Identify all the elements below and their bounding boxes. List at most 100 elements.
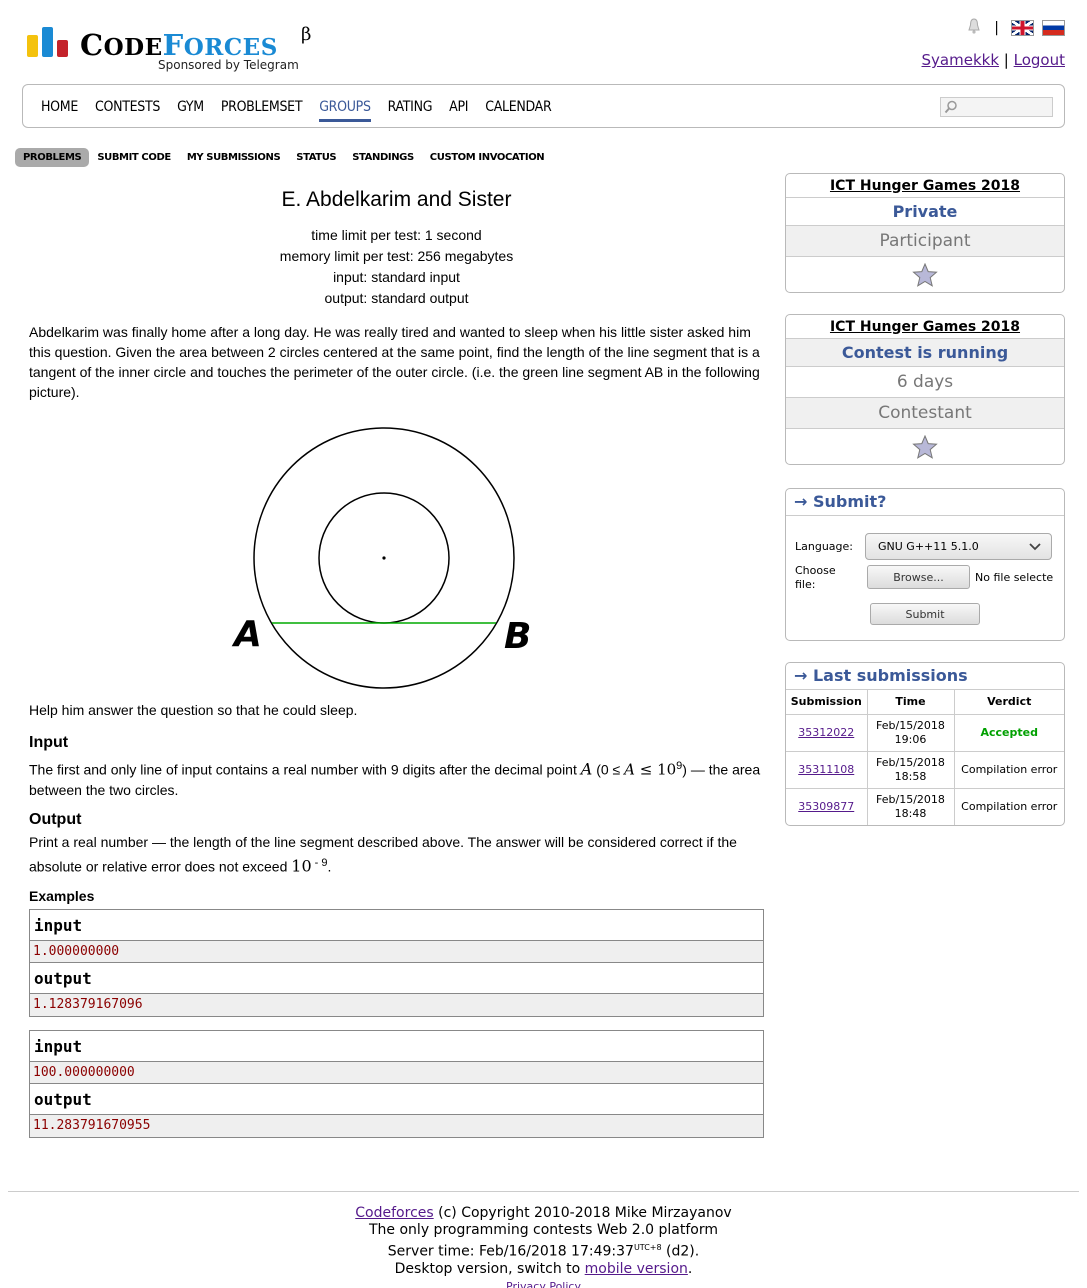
submission-verdict: Accepted: [954, 713, 1064, 751]
submission-row: 35309877 Feb/15/2018 18:48 Compilation err…: [786, 787, 1064, 825]
chevron-down-icon: [1029, 543, 1041, 551]
sample-input-value[interactable]: 100.000000000: [30, 1062, 763, 1084]
precision-exp: - 9: [311, 857, 328, 869]
bound-open: (0 ≤: [592, 761, 625, 778]
menu-item-rating[interactable]: RATING: [388, 99, 433, 122]
file-label: Choose file:: [795, 564, 836, 591]
language-select[interactable]: GNU G++11 5.1.0: [865, 533, 1052, 560]
submit-box-title[interactable]: → Submit?: [786, 489, 1064, 516]
output-spec: Print a real number — the length of the …: [29, 832, 769, 878]
browse-button[interactable]: Browse...: [867, 565, 970, 589]
notification-bell-icon[interactable]: [966, 18, 982, 38]
submenu-item-problems[interactable]: PROBLEMS: [15, 148, 90, 167]
input-section-title: Input: [29, 734, 69, 751]
precision-base: 10: [291, 856, 312, 876]
submenu-item-custom-invocation[interactable]: CUSTOM INVOCATION: [422, 148, 552, 167]
sample-input-label: input: [30, 910, 763, 941]
submission-verdict: Compilation error: [954, 750, 1064, 788]
submission-time: Feb/15/2018 18:58: [867, 750, 955, 788]
star-icon: [912, 262, 938, 287]
sample-output-value[interactable]: 11.283791670955: [30, 1115, 763, 1137]
codeforces-logo-bars[interactable]: [27, 27, 69, 57]
logout-link[interactable]: Logout: [1014, 51, 1065, 69]
table-header-row: Submission Time Verdict: [786, 690, 1064, 715]
menu-item-groups[interactable]: GROUPS: [319, 99, 371, 122]
sponsor-text: Sponsored by Telegram: [158, 58, 299, 72]
submission-id-cell: 35311108: [786, 750, 868, 788]
sample-input-value[interactable]: 1.000000000: [30, 941, 763, 963]
input-spec: The first and only line of input contain…: [29, 756, 769, 800]
search-input[interactable]: [940, 97, 1053, 117]
submit-box: → Submit? Language: GNU G++11 5.1.0 Choo…: [785, 488, 1065, 641]
help-text: Help him answer the question so that he …: [29, 702, 358, 718]
bound-var: A: [624, 760, 635, 779]
sample-test-2: input 100.000000000 output 11.2837916709…: [29, 1030, 764, 1138]
group-role: Participant: [786, 226, 1064, 257]
sample-output-value[interactable]: 1.128379167096: [30, 994, 763, 1016]
menu-item-contests[interactable]: CONTESTS: [95, 99, 160, 122]
last-submissions-title[interactable]: → Last submissions: [786, 663, 1064, 690]
group-name-link[interactable]: ICT Hunger Games 2018: [786, 174, 1064, 198]
bound-upper: ≤ 10: [634, 760, 677, 779]
file-status: No file selecte: [975, 571, 1054, 584]
submit-button[interactable]: Submit: [870, 603, 980, 625]
contest-name-link[interactable]: ICT Hunger Games 2018: [786, 315, 1064, 339]
problem-legend: Abdelkarim was finally home after a long…: [29, 324, 760, 400]
english-flag-icon[interactable]: [1011, 20, 1034, 36]
contest-status: Contest is running: [786, 339, 1064, 367]
submenu-item-my-submissions[interactable]: MY SUBMISSIONS: [179, 148, 288, 167]
submission-id-link[interactable]: 35312022: [798, 726, 854, 739]
input-file: input: standard input: [333, 269, 460, 285]
beta-mark: β: [301, 24, 312, 45]
examples-title: Examples: [29, 888, 95, 904]
contest-info-box: ICT Hunger Games 2018 Contest is running…: [785, 314, 1065, 465]
main-menu: HOME CONTESTS GYM PROBLEMSET GROUPS RATING API…: [22, 84, 1065, 128]
mobile-version-link[interactable]: mobile version: [585, 1261, 688, 1277]
last-submissions-box: → Last submissions Submission Time Verdi…: [785, 662, 1065, 826]
username-link[interactable]: Syamekkk: [922, 51, 1000, 69]
submenu-item-submit-code[interactable]: SUBMIT CODE: [89, 148, 179, 167]
submission-id-link[interactable]: 35309877: [798, 800, 854, 813]
problem-limits: time limit per test: 1 second memory lim…: [29, 225, 764, 309]
label-b: B: [504, 616, 531, 657]
header-separator: |: [994, 20, 999, 36]
column-header: Submission: [786, 690, 868, 715]
contest-remaining: 6 days: [786, 367, 1064, 398]
submission-time: Feb/15/2018 19:06: [867, 713, 955, 751]
tagline: The only programming contests Web 2.0 pl…: [369, 1222, 718, 1238]
codeforces-footer-link[interactable]: Codeforces: [355, 1205, 433, 1221]
var-a: A: [580, 759, 593, 779]
copyright-text: (c) Copyright 2010-2018 Mike Mirzayanov: [433, 1205, 732, 1221]
menu-item-gym[interactable]: GYM: [177, 99, 204, 122]
menu-item-home[interactable]: HOME: [41, 99, 78, 122]
submission-row: 35311108 Feb/15/2018 18:58 Compilation err…: [786, 750, 1064, 788]
sample-output-label: output: [30, 963, 763, 994]
submenu-item-standings[interactable]: STANDINGS: [344, 148, 422, 167]
output-file: output: standard output: [324, 290, 469, 306]
submission-verdict: Compilation error: [954, 787, 1064, 825]
menu-item-calendar[interactable]: CALENDAR: [485, 99, 552, 122]
center-point: [382, 556, 386, 560]
submission-time: Feb/15/2018 18:48: [867, 787, 955, 825]
footer-period: .: [687, 1260, 693, 1277]
time-limit: time limit per test: 1 second: [311, 227, 482, 243]
menu-item-api[interactable]: API: [449, 99, 468, 122]
contest-role: Contestant: [786, 398, 1064, 429]
server-time: Server time: Feb/16/2018 17:49:37: [387, 1243, 634, 1260]
favorite-star-button[interactable]: [786, 429, 1064, 464]
label-a: A: [231, 614, 262, 655]
group-type: Private: [786, 198, 1064, 226]
link-separator: |: [1003, 51, 1009, 69]
privacy-policy-link[interactable]: Privacy Policy: [506, 1280, 581, 1288]
submenu-item-status[interactable]: STATUS: [288, 148, 344, 167]
output-section-title: Output: [29, 811, 82, 828]
output-spec-end: .: [327, 858, 332, 875]
russian-flag-icon[interactable]: [1042, 20, 1065, 36]
footer-divider: [8, 1191, 1079, 1192]
menu-item-problemset[interactable]: PROBLEMSET: [221, 99, 303, 122]
circles-figure: A B: [231, 427, 531, 689]
submission-id-link[interactable]: 35311108: [798, 763, 854, 776]
favorite-star-button[interactable]: [786, 257, 1064, 292]
problem-title: E. Abdelkarim and Sister: [281, 188, 512, 211]
input-spec-text: The first and only line of input contain…: [29, 761, 581, 778]
